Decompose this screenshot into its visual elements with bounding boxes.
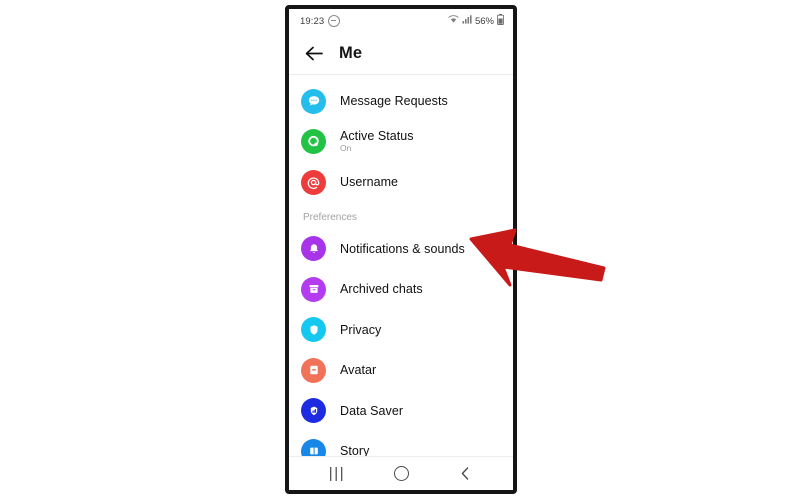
avatar-face-icon — [301, 357, 326, 383]
list-item-text: Archived chats — [340, 282, 423, 296]
archive-box-icon — [301, 276, 326, 302]
bell-icon — [301, 236, 326, 262]
home-icon[interactable] — [384, 461, 418, 487]
list-item-label: Message Requests — [340, 94, 448, 109]
cellular-signal-icon — [462, 15, 472, 27]
phone-screen: 19:23 56% Me Message Requests Active Sta… — [289, 9, 513, 490]
status-bar-left: 19:23 — [300, 15, 341, 27]
status-time: 19:23 — [300, 15, 325, 27]
list-item-subtitle: On — [340, 143, 352, 154]
status-bar: 19:23 56% — [289, 9, 513, 33]
page-title: Me — [339, 44, 363, 62]
list-item-archived-chats[interactable]: Archived chats — [289, 269, 513, 310]
list-item-story[interactable]: Story — [289, 431, 513, 456]
list-item-text: Avatar — [340, 363, 376, 377]
list-item-message-requests[interactable]: Message Requests — [289, 81, 513, 122]
list-item-notifications-and-sounds[interactable]: Notifications & sounds — [289, 229, 513, 270]
wifi-icon — [448, 15, 459, 27]
list-item-text: Notifications & sounds — [340, 242, 465, 256]
list-item-label: Username — [340, 175, 399, 190]
back-icon[interactable] — [448, 461, 482, 487]
list-item-text: Message Requests — [340, 94, 448, 108]
list-item-username[interactable]: Username — [289, 162, 513, 203]
shield-icon — [301, 317, 326, 343]
list-item-data-saver[interactable]: Data Saver — [289, 391, 513, 432]
data-saver-shield-icon — [301, 398, 326, 424]
active-status-icon — [301, 129, 326, 155]
list-item-text: Active Status On — [340, 129, 414, 154]
preferences-section-header: Preferences — [303, 211, 357, 223]
list-item-text: Username — [340, 175, 398, 189]
battery-percentage: 56% — [474, 15, 494, 27]
list-item-avatar[interactable]: Avatar — [289, 350, 513, 391]
settings-list: Message Requests Active Status On Userna… — [289, 75, 513, 456]
phone-device-frame: 19:23 56% Me Message Requests Active Sta… — [285, 5, 517, 494]
recents-icon[interactable]: ||| — [320, 461, 354, 487]
list-item-label: Notifications & sounds — [340, 241, 465, 256]
list-item-label: Privacy — [340, 322, 382, 337]
battery-icon — [496, 14, 505, 28]
list-item-label: Story — [340, 444, 370, 456]
app-bar: Me — [289, 33, 513, 75]
list-item-text: Story — [340, 444, 369, 456]
list-item-label: Active Status — [340, 129, 414, 144]
android-navigation-bar: ||| — [289, 456, 513, 490]
do-not-disturb-icon — [328, 15, 341, 27]
list-item-text: Data Saver — [340, 404, 403, 418]
list-item-active-status[interactable]: Active Status On — [289, 122, 513, 163]
list-item-text: Privacy — [340, 323, 381, 337]
list-item-label: Data Saver — [340, 403, 404, 418]
status-bar-right: 56% — [448, 14, 505, 28]
at-sign-icon — [301, 169, 326, 195]
list-item-label: Avatar — [340, 363, 377, 378]
story-book-icon — [301, 438, 326, 456]
message-bubble-icon — [301, 88, 326, 114]
list-item-privacy[interactable]: Privacy — [289, 310, 513, 351]
back-arrow-icon[interactable] — [303, 43, 325, 65]
list-item-label: Archived chats — [340, 282, 423, 297]
